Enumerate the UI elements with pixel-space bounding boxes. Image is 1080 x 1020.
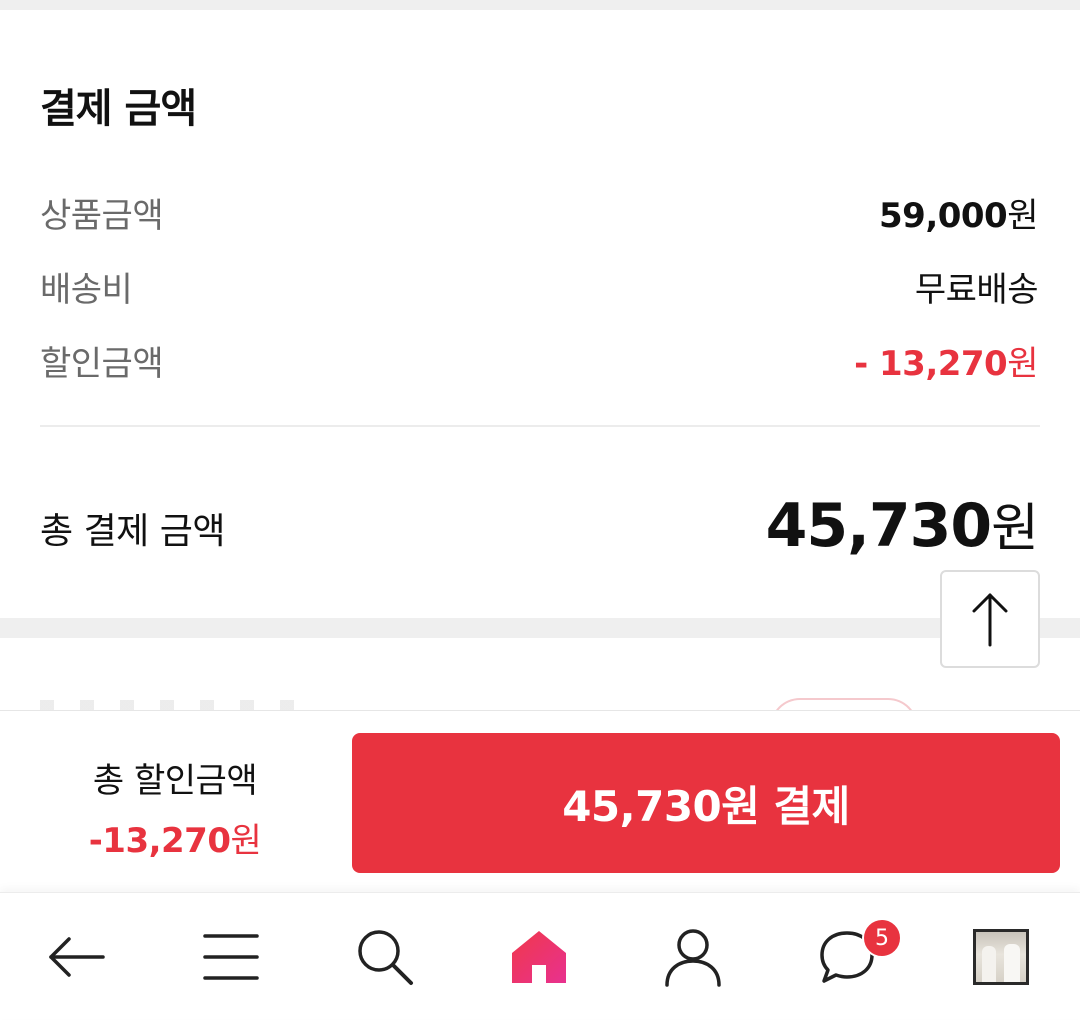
chat-notification-badge: 5 — [862, 918, 902, 958]
nav-search-button[interactable] — [308, 893, 462, 1020]
total-discount-number: -13,270 — [88, 821, 231, 861]
discount-amount-value: - 13,270원 — [854, 336, 1038, 385]
top-separator — [0, 0, 1080, 10]
payment-bar: 총 할인금액 -13,270원 45,730원 결제 — [0, 710, 1080, 892]
nav-chat-button[interactable] — [770, 893, 924, 1020]
bottom-navigation — [0, 892, 1080, 1019]
pay-button[interactable]: 45,730원 결제 — [352, 733, 1060, 873]
product-amount-value: 59,000원 — [879, 188, 1038, 237]
user-icon — [665, 928, 721, 987]
total-payment-label: 총 결제 금액 — [40, 511, 226, 552]
payment-summary-title: 결제 금액 — [40, 86, 197, 132]
total-discount-value: -13,270원 — [0, 813, 350, 862]
arrow-up-icon — [972, 593, 1008, 647]
home-icon — [512, 930, 566, 983]
total-payment-unit: 원 — [991, 499, 1039, 559]
total-payment-number: 45,730 — [765, 491, 993, 561]
total-payment-value: 45,730원 — [765, 486, 1039, 561]
shipping-fee-value: 무료배송 — [914, 270, 1039, 310]
discount-amount-unit: 원 — [1007, 344, 1038, 384]
section-separator — [0, 618, 1080, 638]
discount-amount-label: 할인금액 — [40, 344, 164, 384]
total-discount-unit: 원 — [230, 821, 262, 861]
nav-mypage-button[interactable] — [616, 893, 770, 1020]
back-arrow-icon — [49, 936, 105, 977]
search-icon — [358, 929, 413, 985]
nav-home-button[interactable] — [462, 893, 616, 1020]
total-discount-label: 총 할인금액 — [92, 761, 258, 801]
product-amount-number: 59,000 — [879, 196, 1008, 236]
recent-product-thumbnail — [973, 928, 1029, 985]
summary-divider — [40, 425, 1040, 427]
shipping-fee-label: 배송비 — [40, 270, 133, 310]
nav-menu-button[interactable] — [154, 893, 308, 1020]
product-amount-label: 상품금액 — [40, 196, 164, 236]
nav-back-button[interactable] — [0, 893, 154, 1020]
menu-icon — [203, 933, 259, 980]
product-amount-unit: 원 — [1007, 196, 1038, 236]
nav-recent-product-button[interactable] — [924, 893, 1078, 1020]
scroll-to-top-button[interactable] — [940, 570, 1040, 668]
discount-amount-number: - 13,270 — [854, 344, 1008, 384]
